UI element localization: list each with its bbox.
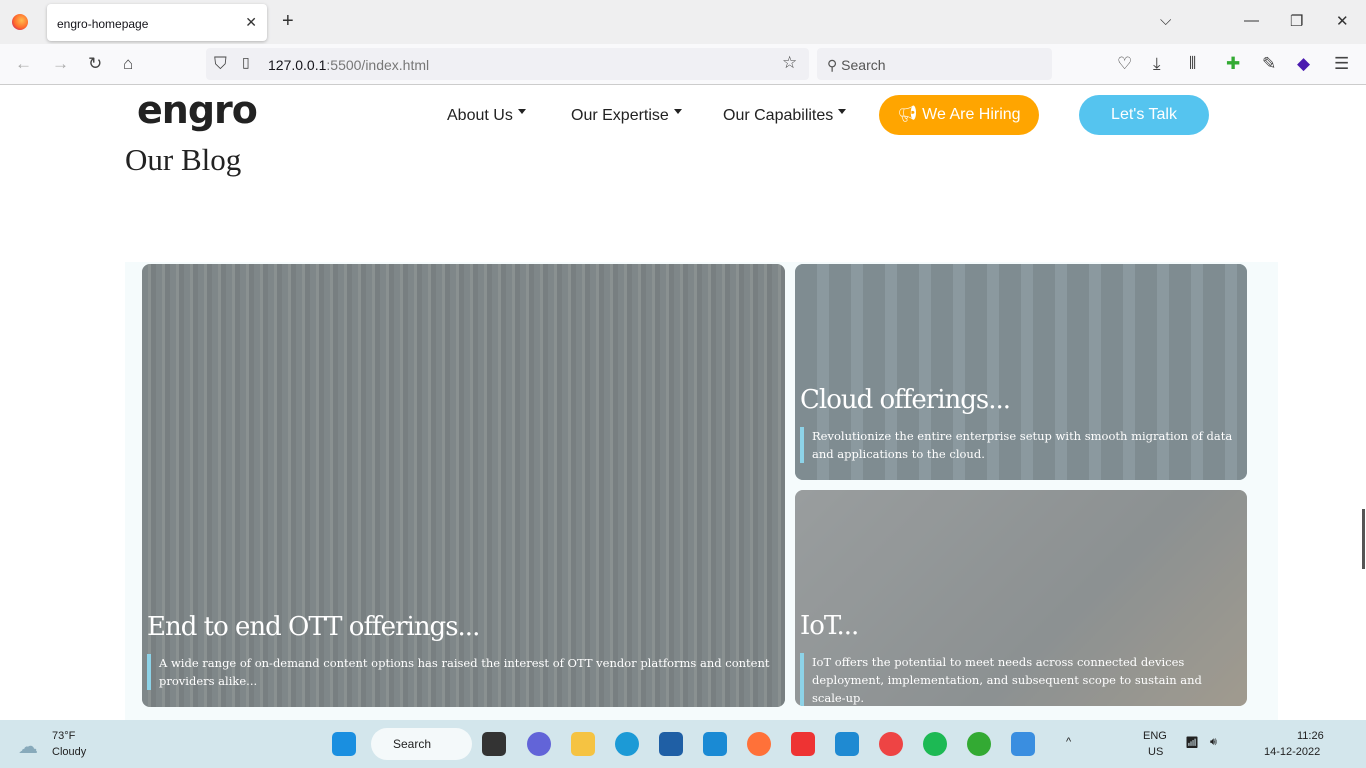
card-text: IoT offers the potential to meet needs a… [800, 653, 1239, 706]
tab-title: engro-homepage [57, 17, 149, 31]
lets-talk-button[interactable]: Let's Talk [1079, 95, 1209, 135]
weather-status[interactable]: Cloudy [52, 746, 86, 758]
eyedropper-icon[interactable]: ✎ [1262, 54, 1276, 74]
pocket-icon[interactable]: ♡ [1117, 54, 1132, 74]
bookmark-star-icon[interactable]: ☆ [782, 53, 797, 73]
nav-toolbar: ← → ↻ ⌂ ⛉ ▯ 127.0.0.1:5500/index.html ☆ … [0, 44, 1366, 85]
card-title: Cloud offerings... [800, 385, 1011, 415]
web-page: engro About Us Our Expertise Our Capabil… [0, 85, 1366, 720]
taskbar: ☁ 73°F Cloudy Search ^ ENG US 📶︎ 🔊︎ 11:2… [0, 720, 1366, 768]
edge-icon[interactable] [615, 732, 639, 756]
minimize-icon[interactable]: — [1244, 12, 1259, 29]
new-tab-icon[interactable]: + [282, 10, 294, 33]
weather-temp[interactable]: 73°F [52, 730, 75, 742]
we-are-hiring-button[interactable]: 📢︎ We Are Hiring [879, 95, 1039, 135]
scrollbar[interactable] [1362, 509, 1365, 569]
cloud-icon: ☁ [18, 736, 38, 758]
url-bar[interactable]: ⛉ ▯ 127.0.0.1:5500/index.html ☆ [206, 48, 809, 80]
browser-tab[interactable]: engro-homepage ✕ [47, 4, 267, 41]
blog-card-iot[interactable]: IoT... IoT offers the potential to meet … [795, 490, 1247, 706]
url-host: 127.0.0.1 [268, 57, 327, 73]
firefox-taskbar-icon[interactable] [747, 732, 771, 756]
language[interactable]: ENG [1143, 730, 1167, 742]
vscode-icon[interactable] [835, 732, 859, 756]
back-icon[interactable]: ← [15, 54, 32, 74]
card-text: Revolutionize the entire enterprise setu… [800, 427, 1239, 463]
forward-icon[interactable]: → [52, 54, 69, 74]
blog-card-ott[interactable]: End to end OTT offerings... A wide range… [142, 264, 785, 707]
taskbar-search[interactable]: Search [371, 728, 472, 760]
region[interactable]: US [1148, 746, 1163, 758]
start-icon[interactable] [332, 732, 356, 756]
spotify-icon[interactable] [923, 732, 947, 756]
card-title: IoT... [800, 611, 859, 641]
megaphone-icon: 📢︎ [897, 106, 918, 123]
list-tabs-icon[interactable]: ⌵ [1160, 12, 1171, 29]
card-text: A wide range of on-demand content option… [147, 654, 777, 690]
extension-icon[interactable]: ✚ [1226, 54, 1240, 74]
firefox-icon[interactable] [12, 14, 28, 30]
wifi-icon[interactable]: 📶︎ [1185, 736, 1199, 749]
card-title: End to end OTT offerings... [147, 612, 480, 642]
engro-logo[interactable]: engro [137, 88, 258, 132]
file-explorer-icon[interactable] [571, 732, 595, 756]
taskbar-search-label: Search [393, 737, 432, 751]
search-placeholder: Search [841, 57, 886, 73]
store-icon[interactable] [659, 732, 683, 756]
chrome-profile-icon[interactable] [967, 732, 991, 756]
library-icon[interactable]: ⫴ [1189, 54, 1196, 74]
wps-icon[interactable] [791, 732, 815, 756]
blog-card-cloud[interactable]: Cloud offerings... Revolutionize the ent… [795, 264, 1247, 480]
home-icon[interactable]: ⌂ [123, 54, 133, 74]
nav-our-capabilities[interactable]: Our Capabilites [723, 107, 846, 125]
tab-bar: engro-homepage ✕ + ⌵ — ❐ ✕ [0, 0, 1366, 44]
blog-section: End to end OTT offerings... A wide range… [125, 262, 1278, 720]
restore-icon[interactable]: ❐ [1290, 12, 1303, 30]
page-icon: ▯ [242, 54, 250, 70]
clock-time[interactable]: 11:26 [1297, 730, 1324, 742]
clock-date[interactable]: 14-12-2022 [1264, 746, 1320, 758]
extension-diamond-icon[interactable]: ◆ [1297, 54, 1310, 74]
task-view-icon[interactable] [482, 732, 506, 756]
nav-our-expertise[interactable]: Our Expertise [571, 107, 682, 125]
shield-icon[interactable]: ⛉ [214, 54, 227, 74]
hire-label: We Are Hiring [922, 106, 1021, 123]
downloads-icon[interactable]: ⤓ [1153, 54, 1161, 74]
page-title: Our Blog [125, 142, 242, 177]
teams-chat-icon[interactable] [527, 732, 551, 756]
photos-icon[interactable] [1011, 732, 1035, 756]
chrome-icon[interactable] [879, 732, 903, 756]
nav-about-us[interactable]: About Us [447, 107, 526, 125]
mail-icon[interactable] [703, 732, 727, 756]
close-tab-icon[interactable]: ✕ [245, 14, 257, 31]
volume-icon[interactable]: 🔊︎ [1210, 736, 1217, 749]
url-path: :5500/index.html [326, 57, 430, 73]
close-window-icon[interactable]: ✕ [1336, 12, 1349, 30]
search-input[interactable]: ⚲ Search [817, 48, 1052, 80]
menu-icon[interactable]: ☰ [1334, 54, 1349, 74]
show-hidden-icons[interactable]: ^ [1066, 736, 1071, 748]
reload-icon[interactable]: ↻ [88, 54, 102, 74]
